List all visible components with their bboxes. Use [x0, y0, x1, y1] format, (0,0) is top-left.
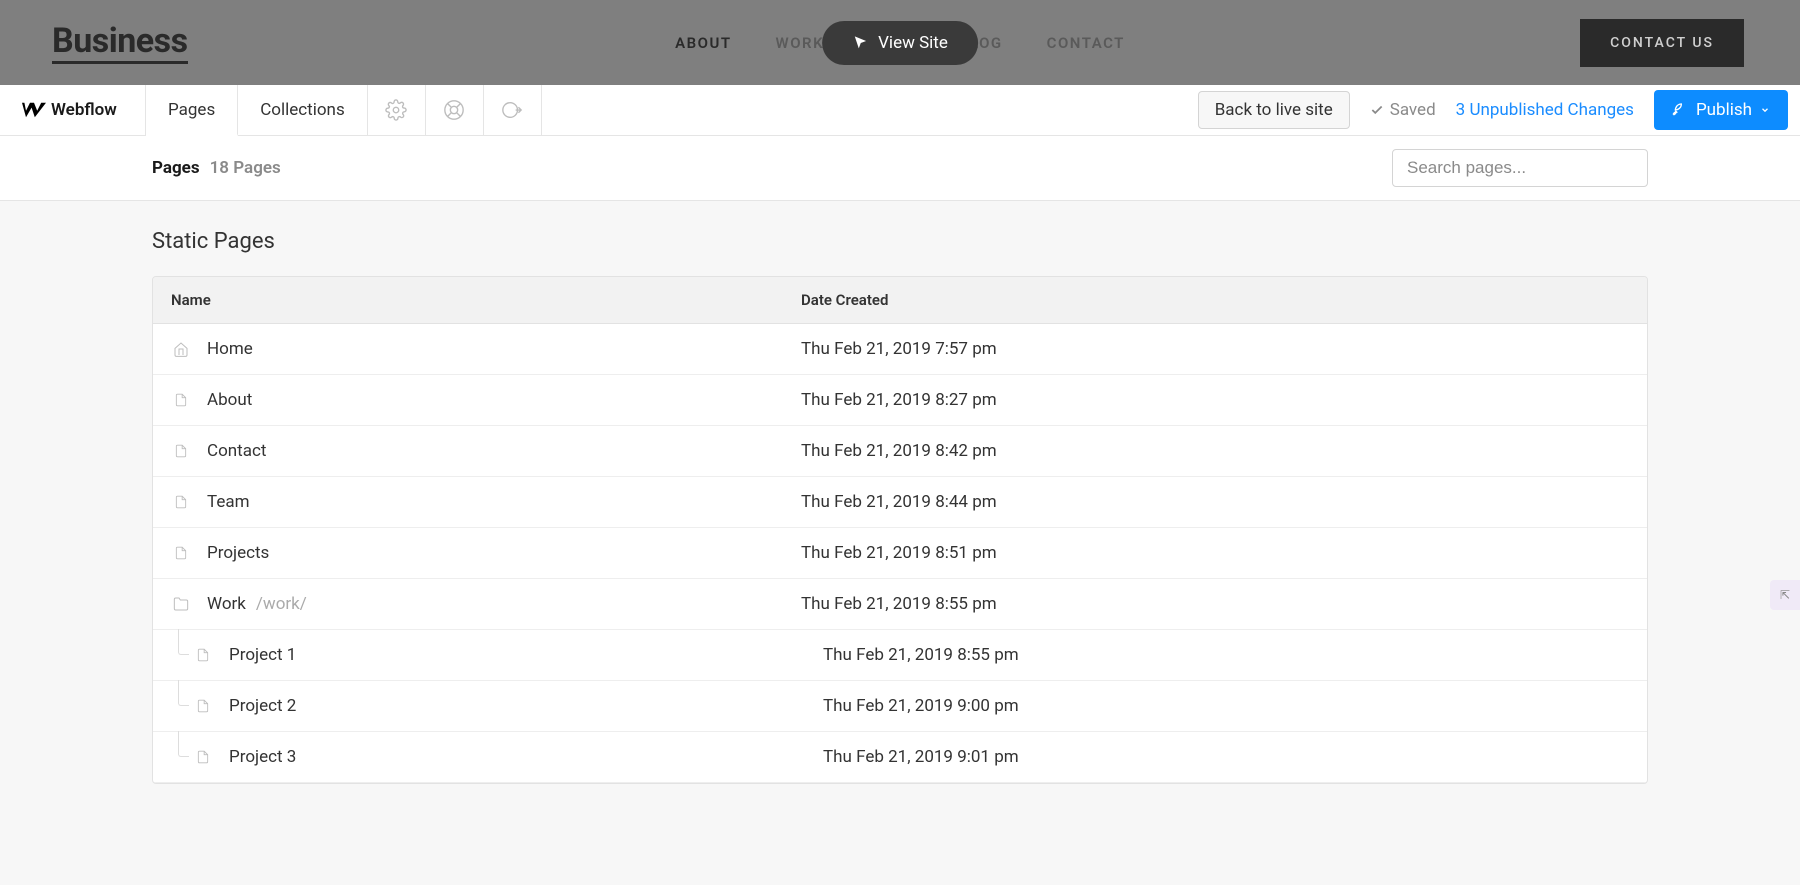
row-date: Thu Feb 21, 2019 8:51 pm	[801, 543, 1629, 563]
row-date: Thu Feb 21, 2019 8:42 pm	[801, 441, 1629, 461]
content-area: Static Pages Name Date Created HomeThu F…	[0, 201, 1800, 885]
nav-contact[interactable]: CONTACT	[1047, 34, 1125, 52]
saved-status: Saved	[1370, 100, 1436, 120]
gear-icon	[385, 99, 407, 121]
pages-count: 18 Pages	[210, 158, 281, 178]
row-date: Thu Feb 21, 2019 8:44 pm	[801, 492, 1629, 512]
home-icon	[171, 341, 191, 357]
site-preview-banner: Business ABOUT WORK TEAM BLOG CONTACT CO…	[0, 0, 1800, 85]
row-name: Projects	[207, 543, 801, 563]
row-slug: /work/	[256, 594, 307, 614]
page-icon	[193, 647, 213, 663]
col-name: Name	[171, 291, 801, 309]
publish-button[interactable]: Publish	[1654, 90, 1788, 130]
tab-pages[interactable]: Pages	[146, 85, 238, 136]
row-name: Team	[207, 492, 801, 512]
nav-work[interactable]: WORK	[776, 34, 825, 52]
row-date: Thu Feb 21, 2019 9:01 pm	[823, 747, 1629, 767]
tab-collections[interactable]: Collections	[238, 85, 368, 135]
view-site-button[interactable]: View Site	[822, 21, 978, 65]
table-row[interactable]: ProjectsThu Feb 21, 2019 8:51 pm	[153, 528, 1647, 579]
back-to-live-button[interactable]: Back to live site	[1198, 91, 1350, 129]
nav-about[interactable]: ABOUT	[675, 34, 731, 52]
table-row[interactable]: Work/work/Thu Feb 21, 2019 8:55 pm	[153, 579, 1647, 630]
chevron-down-icon	[1760, 105, 1770, 115]
row-date: Thu Feb 21, 2019 8:55 pm	[801, 594, 1629, 614]
page-icon	[171, 545, 191, 561]
logout-icon	[501, 99, 523, 121]
table-header: Name Date Created	[153, 277, 1647, 324]
table-row[interactable]: AboutThu Feb 21, 2019 8:27 pm	[153, 375, 1647, 426]
check-icon	[1370, 103, 1384, 117]
logout-button[interactable]	[484, 85, 542, 135]
float-widget[interactable]: ⇱	[1770, 580, 1800, 610]
page-icon	[193, 698, 213, 714]
table-row[interactable]: Project 2Thu Feb 21, 2019 9:00 pm	[153, 681, 1647, 732]
cursor-icon	[852, 35, 868, 51]
table-row[interactable]: Project 3Thu Feb 21, 2019 9:01 pm	[153, 732, 1647, 783]
table-row[interactable]: ContactThu Feb 21, 2019 8:42 pm	[153, 426, 1647, 477]
row-name: Project 2	[229, 696, 823, 716]
saved-label: Saved	[1390, 100, 1436, 120]
row-name: Contact	[207, 441, 801, 461]
editor-toolbar: Webflow Pages Collections Back to live s…	[0, 85, 1800, 136]
pages-header: Pages 18 Pages	[0, 136, 1800, 201]
page-icon	[171, 494, 191, 510]
row-name: Work/work/	[207, 594, 801, 614]
row-name: About	[207, 390, 801, 410]
settings-button[interactable]	[368, 85, 426, 135]
publish-label: Publish	[1696, 100, 1752, 120]
view-site-label: View Site	[878, 33, 948, 53]
table-body: HomeThu Feb 21, 2019 7:57 pmAboutThu Feb…	[153, 324, 1647, 783]
row-date: Thu Feb 21, 2019 8:27 pm	[801, 390, 1629, 410]
webflow-logo[interactable]: Webflow	[0, 85, 146, 135]
lifebuoy-icon	[443, 99, 465, 121]
unpublished-changes-link[interactable]: 3 Unpublished Changes	[1456, 100, 1634, 120]
table-row[interactable]: TeamThu Feb 21, 2019 8:44 pm	[153, 477, 1647, 528]
page-icon	[171, 392, 191, 408]
row-date: Thu Feb 21, 2019 8:55 pm	[823, 645, 1629, 665]
page-icon	[193, 749, 213, 765]
col-date: Date Created	[801, 291, 1629, 309]
help-button[interactable]	[426, 85, 484, 135]
pages-title: Pages	[152, 158, 200, 178]
row-date: Thu Feb 21, 2019 7:57 pm	[801, 339, 1629, 359]
rocket-icon	[1672, 102, 1688, 118]
pages-table: Name Date Created HomeThu Feb 21, 2019 7…	[152, 276, 1648, 784]
row-date: Thu Feb 21, 2019 9:00 pm	[823, 696, 1629, 716]
section-title: Static Pages	[152, 229, 1648, 254]
contact-us-button[interactable]: CONTACT US	[1580, 19, 1744, 67]
row-name: Home	[207, 339, 801, 359]
row-name: Project 1	[229, 645, 823, 665]
webflow-mark-icon	[22, 102, 46, 118]
table-row[interactable]: HomeThu Feb 21, 2019 7:57 pm	[153, 324, 1647, 375]
site-logo: Business	[52, 21, 188, 64]
folder-icon	[171, 596, 191, 612]
table-row[interactable]: Project 1Thu Feb 21, 2019 8:55 pm	[153, 630, 1647, 681]
search-input[interactable]	[1392, 149, 1648, 187]
row-name: Project 3	[229, 747, 823, 767]
page-icon	[171, 443, 191, 459]
webflow-brand-text: Webflow	[51, 100, 117, 120]
